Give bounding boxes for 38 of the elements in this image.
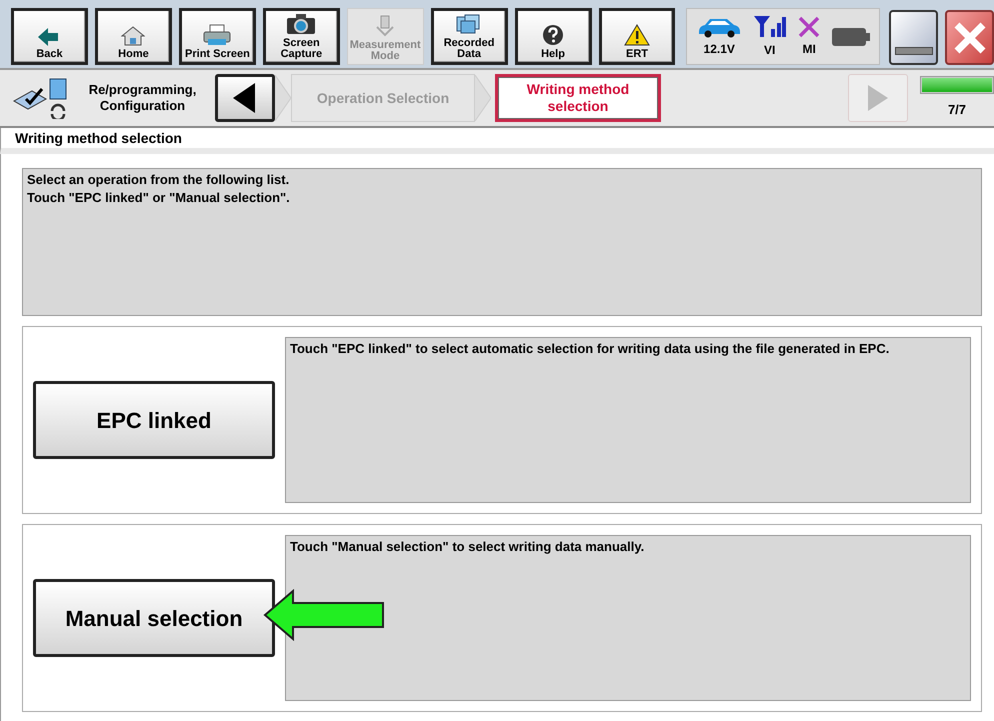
instruction-text: Select an operation from the following list. bbox=[27, 171, 290, 189]
chevron-icon bbox=[475, 75, 491, 121]
toolbar-button[interactable]: Home bbox=[94, 8, 172, 65]
description-text: Touch "Manual selection" to select writing data manually. bbox=[290, 538, 646, 556]
meter-icon bbox=[375, 15, 396, 37]
section-title: Re/programming, Configuration bbox=[88, 82, 198, 114]
back-arrow-icon bbox=[38, 28, 60, 46]
signal-icon bbox=[752, 14, 787, 38]
instruction-text: Touch "EPC linked" or "Manual selection". bbox=[27, 189, 291, 207]
toolbar-button[interactable]: Back bbox=[11, 8, 88, 65]
close-icon bbox=[952, 20, 987, 54]
chevron-icon bbox=[275, 75, 291, 121]
step-tab[interactable]: Writing method selection bbox=[495, 74, 661, 122]
house-icon bbox=[121, 26, 146, 46]
minimize-button[interactable] bbox=[889, 10, 938, 65]
status-label: VI bbox=[764, 42, 776, 58]
battery-icon bbox=[832, 26, 870, 48]
option-button[interactable]: EPC linked bbox=[33, 381, 275, 459]
status-label: MI bbox=[802, 40, 816, 58]
toolbar-button[interactable]: Recorded Data bbox=[430, 8, 508, 65]
toolbar-button[interactable]: Screen Capture bbox=[262, 8, 340, 65]
left-triangle-icon bbox=[233, 83, 257, 113]
right-triangle-icon bbox=[868, 85, 888, 111]
warning-icon bbox=[624, 24, 650, 46]
status-label: 12.1V bbox=[704, 40, 735, 58]
cross-icon bbox=[798, 16, 820, 38]
toolbar-button[interactable]: Help bbox=[514, 8, 592, 65]
previous-button[interactable] bbox=[215, 74, 275, 122]
description-text: Touch "EPC linked" to select automatic selection for writing data using the file generated in EPC. bbox=[290, 340, 890, 358]
page-title: Writing method selection bbox=[15, 128, 182, 148]
toolbar-button[interactable]: ERT bbox=[598, 8, 676, 65]
option-button[interactable]: Manual selection bbox=[33, 579, 275, 657]
toolbar-button[interactable]: Print Screen bbox=[178, 8, 256, 65]
camera-icon bbox=[286, 13, 316, 35]
help-icon bbox=[542, 24, 564, 46]
close-button[interactable] bbox=[945, 10, 994, 65]
printer-icon bbox=[202, 24, 232, 46]
progress-text: 7/7 bbox=[948, 101, 966, 120]
